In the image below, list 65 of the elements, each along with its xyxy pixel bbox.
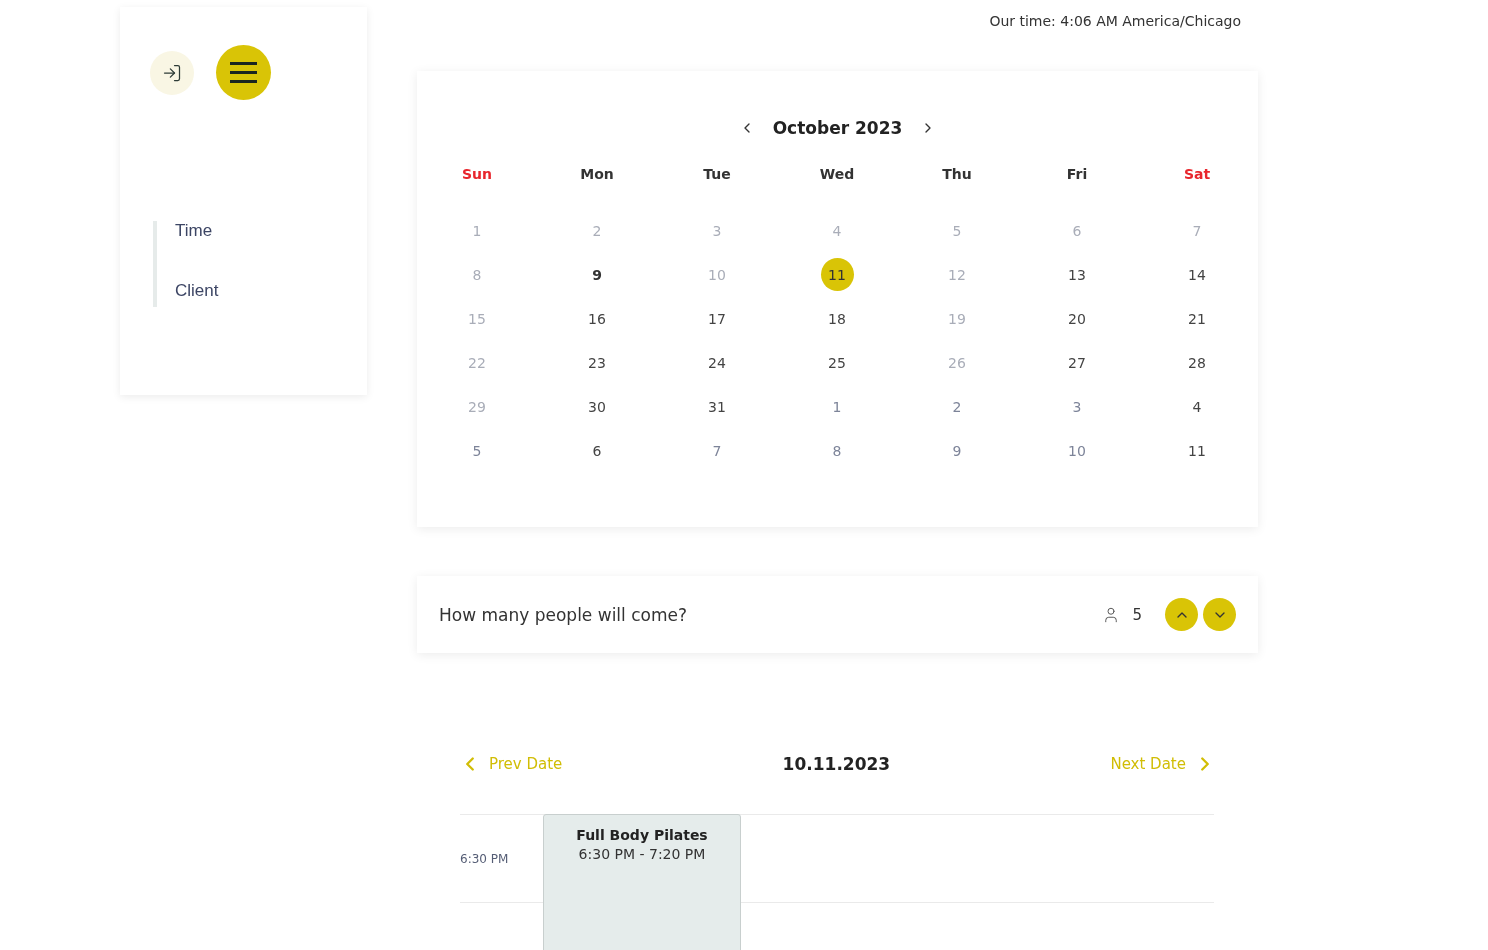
calendar-day[interactable]: 1 — [820, 390, 854, 423]
weekday-header: Mon — [579, 166, 615, 184]
weekday-header: Fri — [1065, 166, 1089, 184]
event-time: 6:30 PM - 7:20 PM — [578, 846, 706, 862]
calendar-day[interactable]: 15 — [460, 302, 494, 335]
calendar-day[interactable]: 17 — [700, 302, 734, 335]
calendar-day[interactable]: 9 — [940, 434, 974, 467]
event-block[interactable]: Full Body Pilates 6:30 PM - 7:20 PM — [543, 814, 741, 950]
weekday-header: Tue — [702, 166, 732, 184]
calendar-day[interactable]: 18 — [820, 302, 854, 335]
calendar-day[interactable]: 10 — [1060, 434, 1094, 467]
selected-date: 10.11.2023 — [782, 754, 891, 774]
calendar-day[interactable]: 6 — [580, 434, 614, 467]
weekday-header: Sun — [461, 166, 493, 184]
calendar-day[interactable]: 5 — [940, 214, 974, 247]
calendar-day[interactable]: 8 — [460, 258, 494, 291]
calendar-day[interactable]: 11 — [820, 258, 854, 291]
decrease-button[interactable] — [1203, 598, 1236, 631]
calendar-day[interactable]: 23 — [580, 346, 614, 379]
calendar-day[interactable]: 6 — [1060, 214, 1094, 247]
calendar-day[interactable]: 16 — [580, 302, 614, 335]
calendar-day[interactable]: 19 — [940, 302, 974, 335]
calendar-day[interactable]: 7 — [1180, 214, 1214, 247]
month-title: October 2023 — [772, 118, 903, 138]
calendar-day[interactable]: 14 — [1180, 258, 1214, 291]
sidebar-nav-item[interactable]: Time — [175, 221, 367, 241]
calendar-day[interactable]: 9 — [580, 258, 614, 291]
calendar-day[interactable]: 3 — [1060, 390, 1094, 423]
calendar-day[interactable]: 21 — [1180, 302, 1214, 335]
increase-button[interactable] — [1165, 598, 1198, 631]
calendar-day[interactable]: 5 — [460, 434, 494, 467]
calendar-day[interactable]: 20 — [1060, 302, 1094, 335]
calendar-day[interactable]: 13 — [1060, 258, 1094, 291]
guest-count-value: 5 — [1132, 605, 1142, 624]
calendar-day[interactable]: 8 — [820, 434, 854, 467]
weekday-header: Sat — [1182, 166, 1212, 184]
weekday-header: Wed — [818, 166, 856, 184]
calendar-day[interactable]: 2 — [940, 390, 974, 423]
weekday-header: Thu — [941, 166, 973, 184]
calendar-day[interactable]: 3 — [700, 214, 734, 247]
calendar-day[interactable]: 4 — [1180, 390, 1214, 423]
calendar-day[interactable]: 31 — [700, 390, 734, 423]
calendar-day[interactable]: 30 — [580, 390, 614, 423]
event-title: Full Body Pilates — [576, 827, 708, 843]
calendar-day[interactable]: 28 — [1180, 346, 1214, 379]
calendar-day[interactable]: 22 — [460, 346, 494, 379]
calendar-day[interactable]: 27 — [1060, 346, 1094, 379]
login-button[interactable] — [150, 50, 194, 95]
calendar-day[interactable]: 12 — [940, 258, 974, 291]
calendar-day[interactable]: 24 — [700, 346, 734, 379]
calendar-day[interactable]: 1 — [460, 214, 494, 247]
calendar-day[interactable]: 7 — [700, 434, 734, 467]
calendar-day[interactable]: 10 — [700, 258, 734, 291]
menu-button[interactable] — [216, 45, 271, 100]
calendar-day[interactable]: 2 — [580, 214, 614, 247]
door-arrow-icon — [162, 62, 182, 83]
calendar-day[interactable]: 4 — [820, 214, 854, 247]
calendar-day[interactable]: 11 — [1180, 434, 1214, 467]
current-time-text: Our time: 4:06 AM America/Chicago — [989, 13, 1241, 31]
calendar-day[interactable]: 26 — [940, 346, 974, 379]
calendar-day[interactable]: 29 — [460, 390, 494, 423]
guest-count-question: How many people will come? — [439, 604, 688, 625]
time-slot-label: 6:30 PM — [460, 852, 510, 868]
sidebar-nav-item[interactable]: Client — [175, 281, 367, 301]
calendar-day[interactable]: 25 — [820, 346, 854, 379]
